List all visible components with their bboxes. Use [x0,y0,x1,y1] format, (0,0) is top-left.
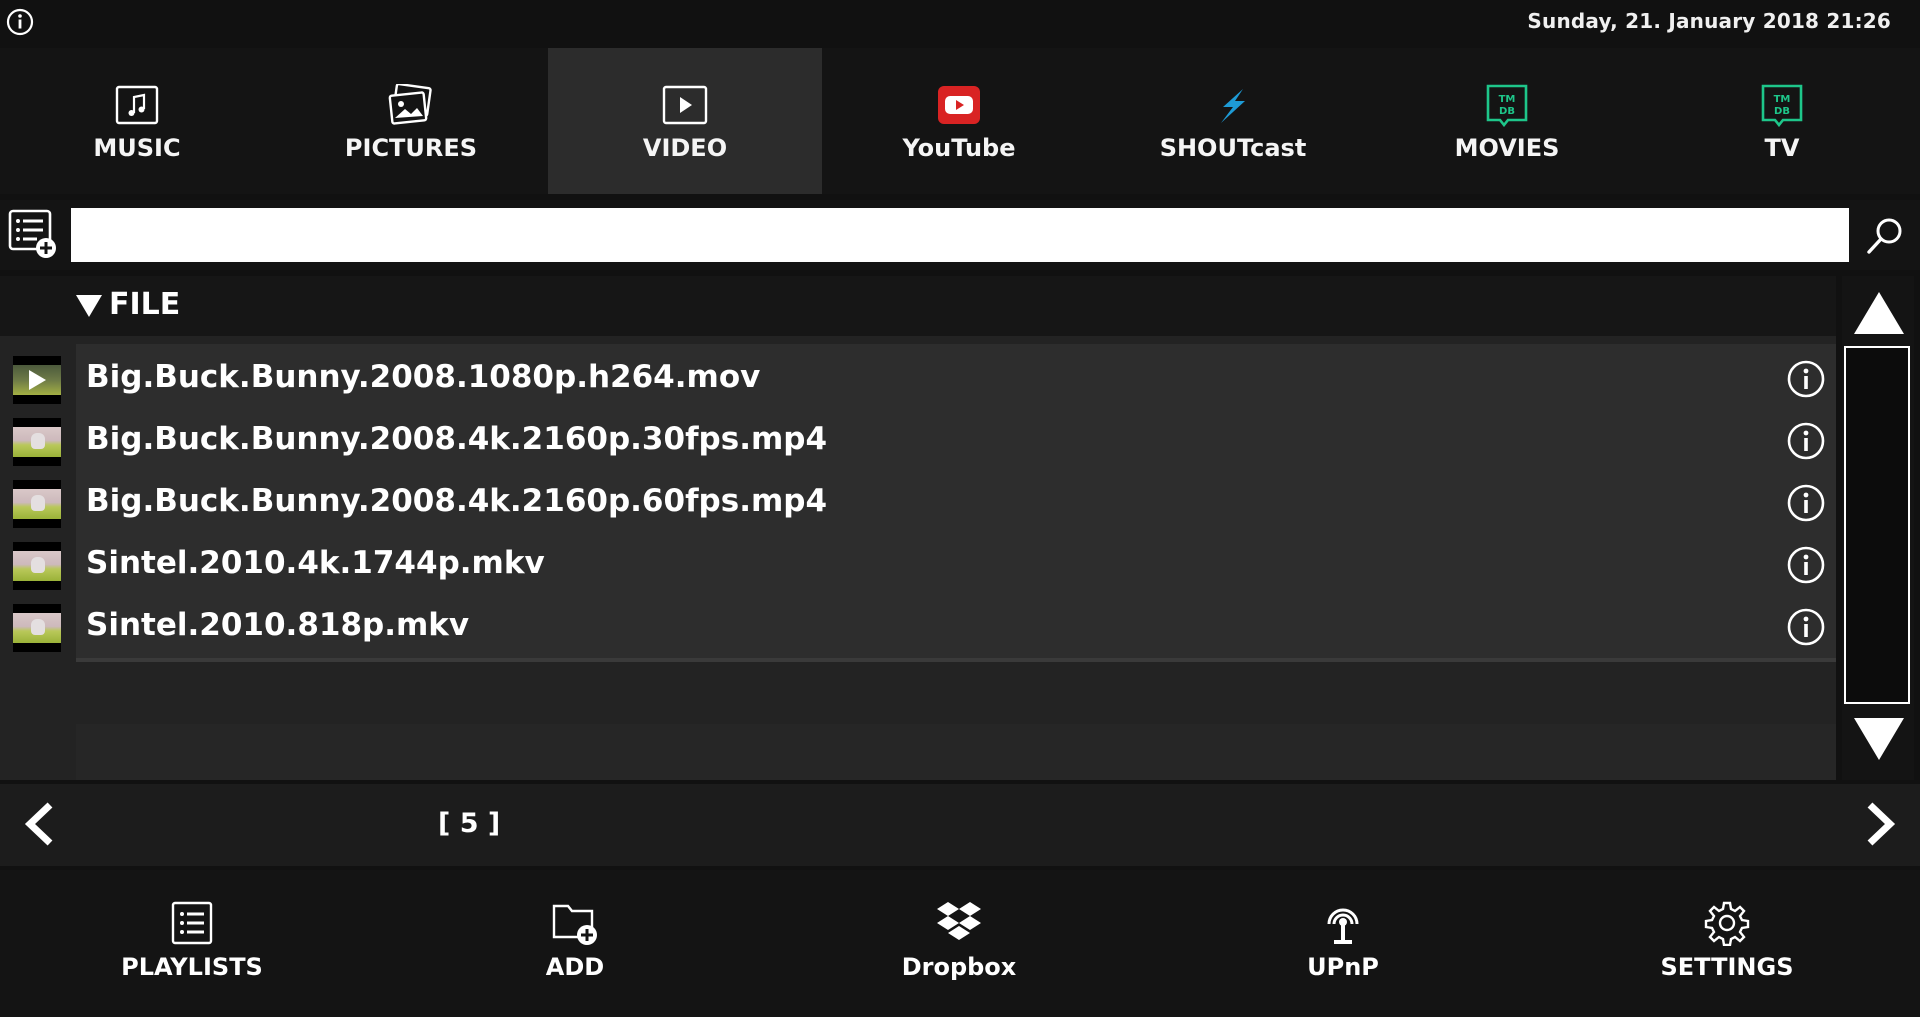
upnp-button[interactable]: UPnP [1233,870,1453,1017]
gear-icon [1703,900,1751,946]
info-icon[interactable] [1786,545,1826,585]
pager-bar: [ 5 ] [0,784,1920,866]
tab-music[interactable]: MUSIC [0,48,274,194]
datetime-label: Sunday, 21. January 2018 21:26 [1527,9,1891,33]
video-thumbnail [13,356,61,404]
tab-tv[interactable]: TM DB TV [1644,48,1920,194]
tab-label: SHOUTcast [1159,134,1307,162]
dropbox-button[interactable]: Dropbox [849,870,1069,1017]
upnp-broadcast-icon [1319,900,1367,946]
file-name: Sintel.2010.4k.1744p.mkv [86,545,545,581]
button-label: ADD [545,953,605,981]
music-note-icon [113,83,161,127]
group-label: FILE [109,287,181,322]
list-empty-space [76,724,1836,780]
video-thumbnail [13,418,61,466]
shoutcast-icon [1209,83,1257,127]
tab-shoutcast[interactable]: SHOUTcast [1096,48,1370,194]
search-input[interactable] [71,208,1849,262]
add-button[interactable]: ADD [465,870,685,1017]
list-item[interactable]: Big.Buck.Bunny.2008.4k.2160p.30fps.mp4 [0,406,1836,476]
tab-pictures[interactable]: PICTURES [274,48,548,194]
info-icon[interactable] [1786,483,1826,523]
dropbox-icon [935,900,983,946]
youtube-icon [935,83,983,127]
scroll-up-icon[interactable] [1852,290,1906,336]
list-item[interactable]: Sintel.2010.4k.1744p.mkv [0,530,1836,600]
search-icon[interactable] [1862,214,1908,258]
video-thumbnail [13,542,61,590]
tmdb-icon: TM DB [1483,83,1531,127]
button-label: PLAYLISTS [121,953,263,981]
pictures-icon [387,83,435,127]
list-item[interactable]: Big.Buck.Bunny.2008.1080p.h264.mov [0,344,1836,414]
info-icon[interactable] [1786,421,1826,461]
info-icon[interactable] [1786,359,1826,399]
category-tabs: MUSIC PICTURES VIDEO YouTube SHOUTcast T… [0,48,1920,194]
scrollbar-track[interactable] [1844,346,1910,704]
item-count: [ 5 ] [438,808,501,839]
scroll-down-icon[interactable] [1852,716,1906,762]
video-play-icon [661,83,709,127]
collapse-triangle-icon [76,295,102,317]
file-name: Sintel.2010.818p.mkv [86,607,470,643]
svg-text:DB: DB [1774,106,1790,117]
list-group-header[interactable]: FILE [0,276,1836,336]
status-bar: Sunday, 21. January 2018 21:26 [0,0,1920,42]
playlist-icon [168,900,216,946]
tab-label: TV [1764,134,1800,162]
next-page-icon[interactable] [1860,801,1900,847]
media-app: Sunday, 21. January 2018 21:26 MUSIC PIC… [0,0,1920,1017]
button-label: Dropbox [901,953,1017,981]
tab-video[interactable]: VIDEO [548,48,822,194]
add-to-playlist-icon[interactable] [8,208,58,260]
folder-add-icon [551,900,599,946]
settings-button[interactable]: SETTINGS [1617,870,1837,1017]
tab-label: MUSIC [93,134,181,162]
playlists-button[interactable]: PLAYLISTS [82,870,302,1017]
info-icon[interactable] [1786,607,1826,647]
svg-text:TM: TM [1774,94,1791,105]
info-icon[interactable] [5,7,35,37]
tmdb-icon: TM DB [1758,83,1806,127]
video-thumbnail [13,604,61,652]
tab-label: YouTube [902,134,1016,162]
video-thumbnail [13,480,61,528]
tab-label: PICTURES [344,134,478,162]
search-bar [0,200,1920,270]
tab-label: VIDEO [642,134,728,162]
button-label: SETTINGS [1660,953,1794,981]
previous-page-icon[interactable] [20,801,60,847]
scroll-controls [1842,276,1914,780]
svg-text:TM: TM [1499,94,1516,105]
svg-text:DB: DB [1499,106,1515,117]
file-list: FILE Big.Buck.Bunny.2008.1080p.h264.mov … [0,276,1836,780]
tab-movies[interactable]: TM DB MOVIES [1370,48,1644,194]
file-name: Big.Buck.Bunny.2008.4k.2160p.60fps.mp4 [86,483,828,519]
tab-youtube[interactable]: YouTube [822,48,1096,194]
file-name: Big.Buck.Bunny.2008.1080p.h264.mov [86,359,761,395]
list-item[interactable]: Sintel.2010.818p.mkv [0,592,1836,662]
tab-label: MOVIES [1454,134,1560,162]
button-label: UPnP [1307,953,1379,981]
bottom-toolbar: PLAYLISTS ADD Dropbox UPnP SETTINGS [0,870,1920,1017]
file-name: Big.Buck.Bunny.2008.4k.2160p.30fps.mp4 [86,421,828,457]
play-icon [29,370,46,390]
list-item[interactable]: Big.Buck.Bunny.2008.4k.2160p.60fps.mp4 [0,468,1836,538]
